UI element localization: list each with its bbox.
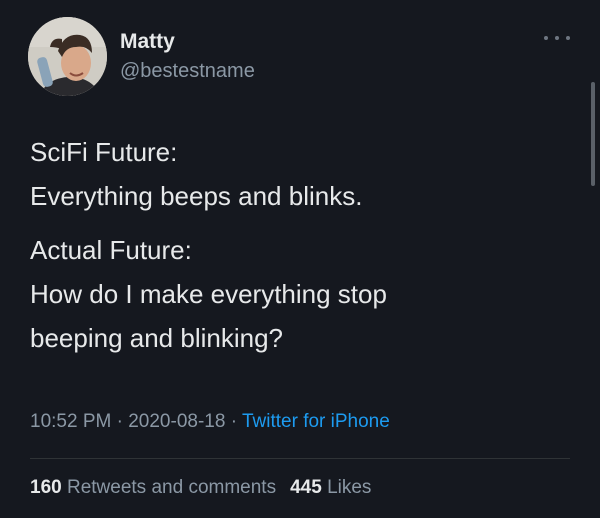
more-horizontal-icon xyxy=(544,36,548,40)
tweet-paragraph: SciFi Future: Everything beeps and blink… xyxy=(30,130,575,218)
user-handle[interactable]: @bestestname xyxy=(120,58,255,84)
tweet-time[interactable]: 10:52 PM xyxy=(30,411,111,432)
tweet-date[interactable]: 2020-08-18 xyxy=(128,411,225,432)
tweet-line: beeping and blinking? xyxy=(30,323,283,353)
tweet-paragraph: Actual Future: How do I make everything … xyxy=(30,228,575,360)
tweet-line: How do I make everything stop xyxy=(30,279,387,309)
tweet-line: SciFi Future: xyxy=(30,137,178,167)
more-options-button[interactable] xyxy=(544,30,570,46)
more-horizontal-icon xyxy=(555,36,559,40)
tweet-stats: 160 Retweets and comments 445 Likes xyxy=(30,475,371,501)
avatar-photo xyxy=(28,17,107,96)
display-name[interactable]: Matty xyxy=(120,29,175,55)
retweets-label: Retweets and comments xyxy=(66,477,277,498)
divider xyxy=(30,458,570,459)
meta-separator: · xyxy=(225,411,242,432)
likes-stat[interactable]: 445 Likes xyxy=(290,477,371,498)
retweets-stat[interactable]: 160 Retweets and comments xyxy=(30,477,276,498)
scrollbar[interactable] xyxy=(591,82,595,186)
likes-count: 445 xyxy=(290,477,322,498)
more-horizontal-icon xyxy=(566,36,570,40)
tweet-line: Everything beeps and blinks. xyxy=(30,181,363,211)
meta-separator: · xyxy=(111,411,129,432)
tweet-source-link[interactable]: Twitter for iPhone xyxy=(242,411,390,432)
avatar[interactable] xyxy=(28,17,107,96)
tweet-metadata: 10:52 PM · 2020-08-18 · Twitter for iPho… xyxy=(30,409,390,435)
tweet-line: Actual Future: xyxy=(30,235,192,265)
tweet-text: SciFi Future: Everything beeps and blink… xyxy=(30,130,575,360)
retweets-count: 160 xyxy=(30,477,62,498)
likes-label: Likes xyxy=(327,477,372,498)
